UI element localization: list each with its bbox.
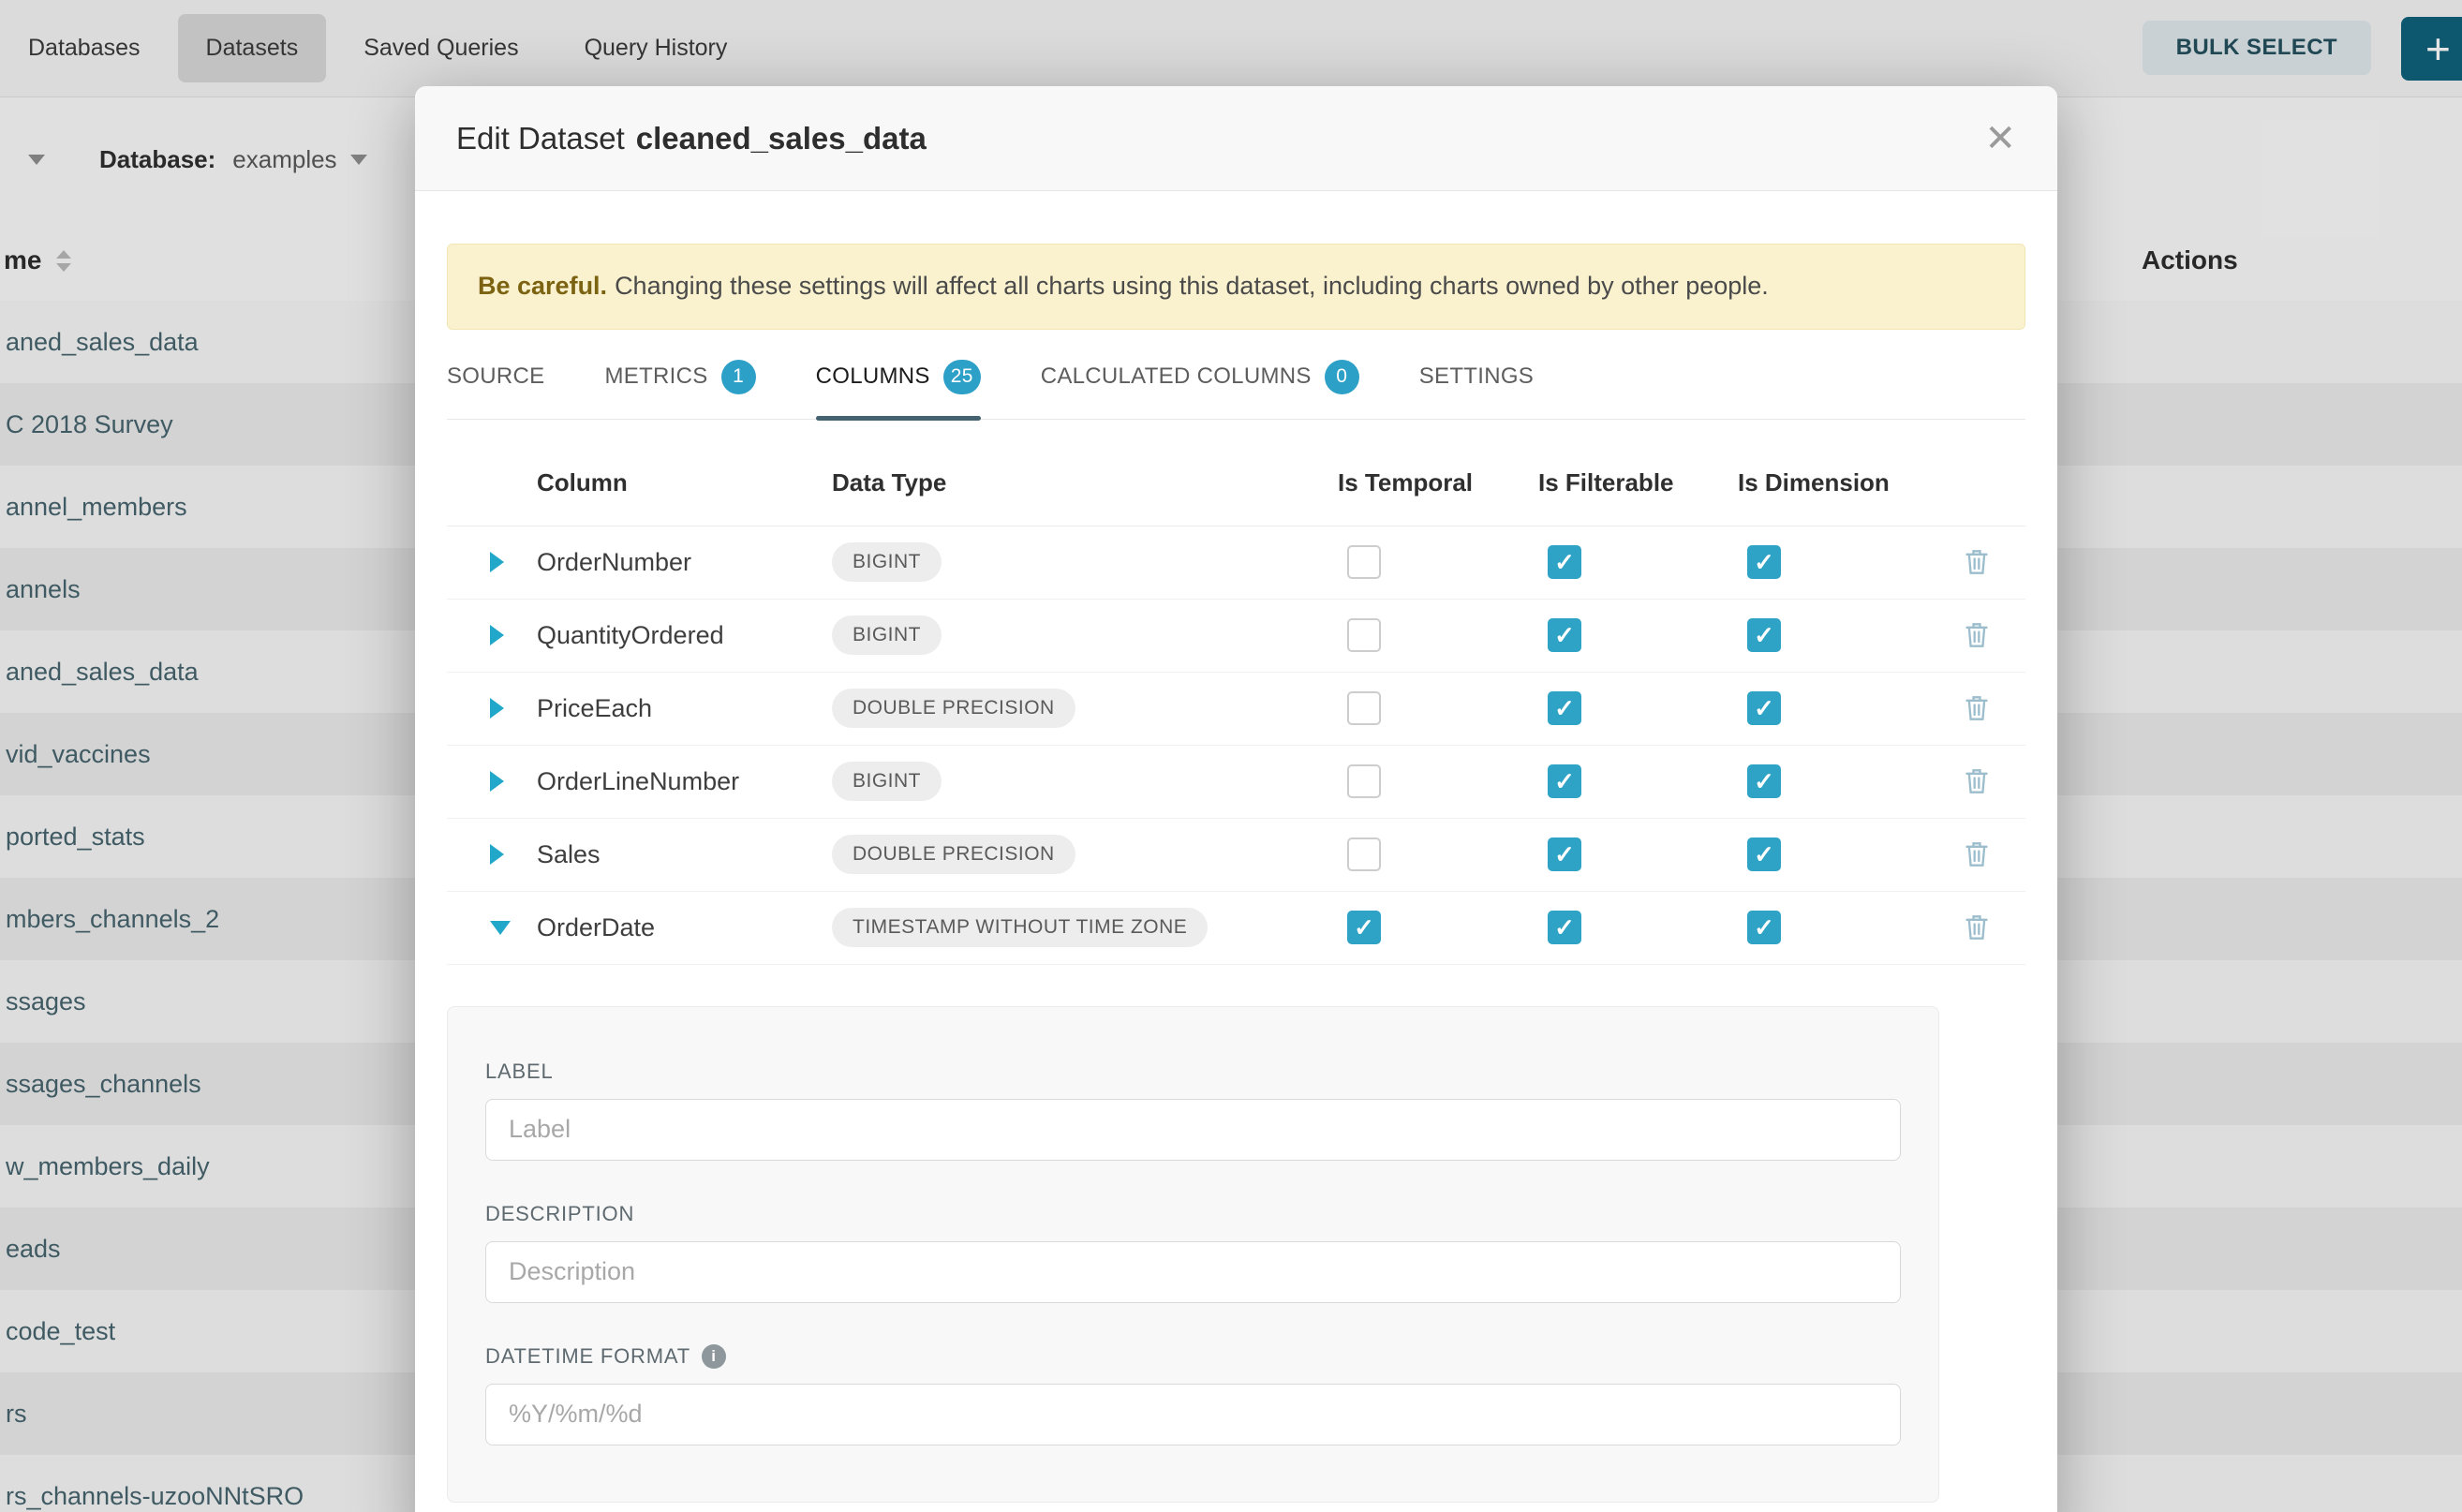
columns-table-header: Column Data Type Is Temporal Is Filterab… [447, 420, 2025, 526]
delete-column-icon[interactable] [1964, 766, 2027, 796]
trash-icon [1964, 547, 1990, 577]
is-temporal-checkbox[interactable] [1347, 838, 1381, 871]
is-dimension-checkbox[interactable] [1747, 911, 1781, 944]
warning-banner-bold: Be careful. [478, 272, 607, 300]
description-field-group: DESCRIPTION [485, 1202, 1901, 1303]
column-detail-panel: LABEL DESCRIPTION DATETIME FORMAT i [447, 1006, 1939, 1503]
expand-caret-icon[interactable] [481, 844, 537, 865]
data-type-badge: DOUBLE PRECISION [832, 689, 1075, 728]
column-row: OrderLineNumberBIGINT [447, 746, 2025, 819]
description-input[interactable] [485, 1241, 1901, 1303]
datetime-format-input[interactable] [485, 1384, 1901, 1445]
columns-count-badge: 25 [943, 360, 981, 394]
warning-banner: Be careful. Changing these settings will … [447, 244, 2025, 330]
tab-settings[interactable]: SETTINGS [1419, 360, 1534, 419]
delete-column-icon[interactable] [1964, 693, 2027, 723]
description-field-label: DESCRIPTION [485, 1202, 1901, 1226]
header-is-dimension: Is Dimension [1738, 468, 1964, 497]
trash-icon [1964, 839, 1990, 869]
modal-title-prefix: Edit Dataset [456, 121, 625, 156]
data-type-badge: BIGINT [832, 542, 942, 582]
trash-icon [1964, 912, 1990, 942]
is-filterable-checkbox[interactable] [1548, 764, 1581, 798]
close-icon[interactable]: ✕ [1984, 120, 2016, 157]
is-dimension-checkbox[interactable] [1747, 838, 1781, 871]
is-temporal-checkbox[interactable] [1347, 764, 1381, 798]
edit-dataset-modal: Edit Dataset cleaned_sales_data ✕ Be care… [415, 86, 2057, 1512]
column-name: PriceEach [537, 694, 832, 723]
modal-title-dataset-name: cleaned_sales_data [636, 121, 927, 156]
column-name: OrderDate [537, 913, 832, 942]
expand-caret-icon[interactable] [481, 552, 537, 572]
column-row: SalesDOUBLE PRECISION [447, 819, 2025, 892]
tab-metrics[interactable]: METRICS 1 [604, 360, 755, 419]
delete-column-icon[interactable] [1964, 547, 2027, 577]
calculated-columns-count-badge: 0 [1325, 360, 1359, 394]
datetime-format-field-label: DATETIME FORMAT i [485, 1344, 1901, 1369]
tab-columns[interactable]: COLUMNS 25 [816, 360, 981, 419]
is-temporal-checkbox[interactable] [1347, 618, 1381, 652]
modal-body: Be careful. Changing these settings will … [415, 244, 2057, 1503]
header-is-temporal: Is Temporal [1338, 468, 1538, 497]
trash-icon [1964, 620, 1990, 650]
header-is-filterable: Is Filterable [1538, 468, 1738, 497]
is-filterable-checkbox[interactable] [1548, 911, 1581, 944]
tab-label: SETTINGS [1419, 363, 1534, 390]
is-filterable-checkbox[interactable] [1548, 545, 1581, 579]
metrics-count-badge: 1 [721, 360, 756, 394]
datetime-format-field-group: DATETIME FORMAT i [485, 1344, 1901, 1445]
column-row: QuantityOrderedBIGINT [447, 600, 2025, 673]
trash-icon [1964, 693, 1990, 723]
is-temporal-checkbox[interactable] [1347, 691, 1381, 725]
is-dimension-checkbox[interactable] [1747, 545, 1781, 579]
tab-label: CALCULATED COLUMNS [1041, 363, 1312, 390]
header-column: Column [537, 468, 832, 497]
label-field-label: LABEL [485, 1060, 1901, 1084]
expand-caret-icon[interactable] [481, 921, 537, 935]
is-temporal-checkbox[interactable] [1347, 545, 1381, 579]
tab-label: METRICS [604, 363, 707, 390]
label-field-group: LABEL [485, 1060, 1901, 1161]
is-filterable-checkbox[interactable] [1548, 691, 1581, 725]
column-name: QuantityOrdered [537, 621, 832, 650]
column-row: PriceEachDOUBLE PRECISION [447, 673, 2025, 746]
is-temporal-checkbox[interactable] [1347, 911, 1381, 944]
label-input[interactable] [485, 1099, 1901, 1161]
header-data-type: Data Type [832, 468, 1338, 497]
info-icon: i [702, 1344, 726, 1369]
tab-label: COLUMNS [816, 363, 930, 390]
expand-caret-icon[interactable] [481, 771, 537, 792]
expand-caret-icon[interactable] [481, 625, 537, 645]
delete-column-icon[interactable] [1964, 839, 2027, 869]
modal-header: Edit Dataset cleaned_sales_data ✕ [415, 86, 2057, 191]
columns-table-body: OrderNumberBIGINTQuantityOrderedBIGINTPr… [447, 526, 2025, 965]
is-filterable-checkbox[interactable] [1548, 838, 1581, 871]
expand-caret-icon[interactable] [481, 698, 537, 719]
tab-source[interactable]: SOURCE [447, 360, 544, 419]
tab-label: SOURCE [447, 363, 544, 390]
warning-banner-text: Changing these settings will affect all … [615, 272, 1769, 300]
modal-tabs: SOURCE METRICS 1 COLUMNS 25 CALCULATED C… [447, 360, 2025, 420]
is-dimension-checkbox[interactable] [1747, 691, 1781, 725]
delete-column-icon[interactable] [1964, 620, 2027, 650]
column-row: OrderNumberBIGINT [447, 526, 2025, 600]
is-dimension-checkbox[interactable] [1747, 764, 1781, 798]
is-dimension-checkbox[interactable] [1747, 618, 1781, 652]
data-type-badge: TIMESTAMP WITHOUT TIME ZONE [832, 908, 1208, 947]
data-type-badge: BIGINT [832, 615, 942, 655]
trash-icon [1964, 766, 1990, 796]
column-name: OrderNumber [537, 548, 832, 577]
column-name: Sales [537, 840, 832, 869]
is-filterable-checkbox[interactable] [1548, 618, 1581, 652]
tab-calculated-columns[interactable]: CALCULATED COLUMNS 0 [1041, 360, 1359, 419]
data-type-badge: DOUBLE PRECISION [832, 835, 1075, 874]
data-type-badge: BIGINT [832, 762, 942, 801]
column-name: OrderLineNumber [537, 767, 832, 796]
column-row: OrderDateTIMESTAMP WITHOUT TIME ZONE [447, 892, 2025, 965]
delete-column-icon[interactable] [1964, 912, 2027, 942]
modal-title: Edit Dataset cleaned_sales_data [456, 121, 927, 156]
